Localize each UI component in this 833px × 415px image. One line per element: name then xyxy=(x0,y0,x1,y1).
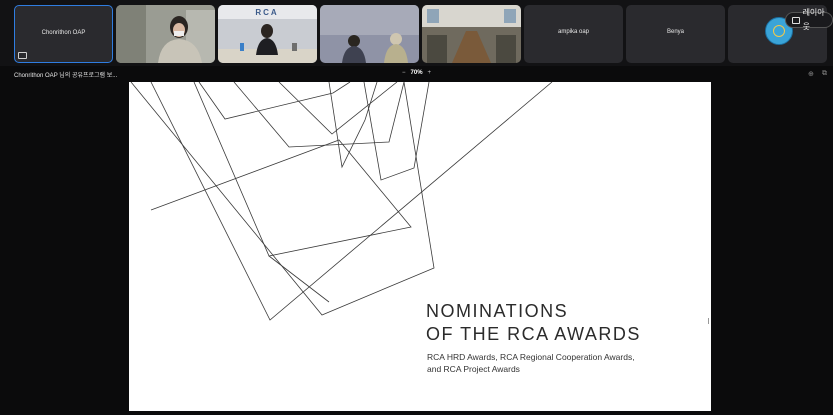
layout-icon xyxy=(792,16,800,24)
pin-icon[interactable]: ⊕ xyxy=(808,70,814,78)
slide-subtitle-line2: and RCA Project Awards xyxy=(427,364,520,374)
participant-tile-video-3[interactable] xyxy=(320,5,419,63)
resize-handle[interactable] xyxy=(708,318,712,324)
slide-title: NOMINATIONS OF THE RCA AWARDS xyxy=(426,300,641,346)
zoom-control: − 70% + xyxy=(402,70,431,76)
participant-tile-benya[interactable]: Benya xyxy=(626,5,725,63)
zoom-in-button[interactable]: + xyxy=(428,70,432,76)
screen-share-icon xyxy=(18,52,27,59)
participant-name: Chonrithon OAP xyxy=(41,30,86,36)
participant-name: ampika oap xyxy=(557,29,590,35)
participant-strip: Chonrithon OAP RCA ampika oap Benya 레이아웃 xyxy=(0,0,833,66)
zoom-level: 70% xyxy=(410,70,423,76)
slide-title-line2: OF THE RCA AWARDS xyxy=(426,324,641,344)
banner-text: RCA xyxy=(255,8,278,17)
participant-video xyxy=(320,5,419,63)
participant-name: Benya xyxy=(666,29,684,35)
participant-video xyxy=(116,5,215,63)
share-title: Chonrithon OAP 님의 공유프로그램 보... xyxy=(14,73,118,79)
slide-subtitle: RCA HRD Awards, RCA Regional Cooperation… xyxy=(427,351,635,375)
participant-tile-video-1[interactable] xyxy=(116,5,215,63)
participant-tile-video-2[interactable]: RCA xyxy=(218,5,317,63)
participant-video: RCA xyxy=(218,5,317,63)
participant-tile-chonrithon[interactable]: Chonrithon OAP xyxy=(14,5,113,63)
slide-title-line1: NOMINATIONS xyxy=(426,301,569,321)
participant-tile-video-4[interactable] xyxy=(422,5,521,63)
layout-button[interactable]: 레이아웃 xyxy=(785,8,833,31)
layout-button-label: 레이아웃 xyxy=(802,8,825,31)
popout-icon[interactable]: ⧉ xyxy=(822,70,827,78)
slide-subtitle-line1: RCA HRD Awards, RCA Regional Cooperation… xyxy=(427,352,635,362)
shared-slide: NOMINATIONS OF THE RCA AWARDS RCA HRD Aw… xyxy=(129,82,711,411)
share-info-bar: Chonrithon OAP 님의 공유프로그램 보... − 70% + ⊕ … xyxy=(0,66,833,82)
zoom-out-button[interactable]: − xyxy=(402,70,406,76)
participant-video xyxy=(422,5,521,63)
participant-tile-ampika[interactable]: ampika oap xyxy=(524,5,623,63)
